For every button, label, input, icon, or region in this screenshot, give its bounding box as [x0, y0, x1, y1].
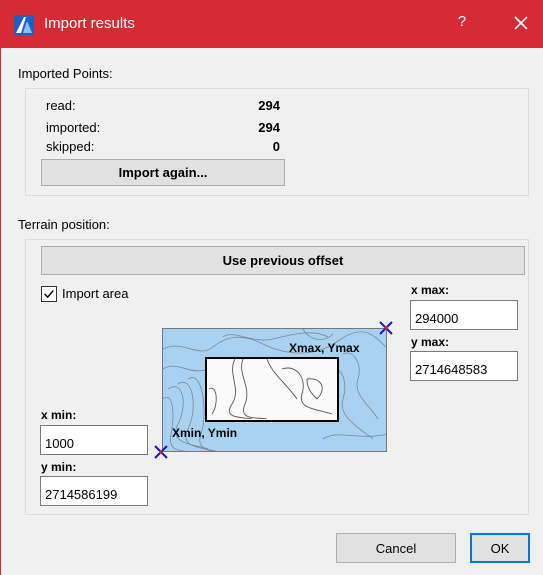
x-max-label: x max: — [411, 283, 450, 297]
stat-imported-label: imported: — [46, 120, 101, 135]
y-min-input[interactable] — [40, 476, 148, 506]
y-max-label: y max: — [411, 335, 450, 349]
use-previous-offset-button[interactable]: Use previous offset — [41, 246, 525, 275]
stat-read-label: read: — [46, 98, 76, 113]
area-contours — [208, 358, 333, 420]
help-button[interactable]: ? — [450, 13, 474, 35]
window-border — [0, 48, 1, 575]
min-corner-marker-icon[interactable] — [153, 444, 169, 460]
app-logo-icon — [14, 15, 34, 35]
import-area-label: Import area — [62, 286, 129, 301]
max-corner-label: Xmax, Ymax — [289, 341, 360, 355]
x-max-input[interactable] — [410, 300, 518, 330]
stat-imported-value: 294 — [258, 120, 280, 135]
y-min-label: y min: — [41, 460, 77, 474]
import-area-rectangle — [205, 357, 339, 422]
ok-button[interactable]: OK — [470, 533, 530, 563]
title-bar: Import results ? — [0, 0, 543, 48]
import-area-checkbox[interactable] — [41, 286, 57, 302]
stat-read-value: 294 — [258, 98, 280, 113]
x-min-label: x min: — [41, 408, 77, 422]
cancel-button[interactable]: Cancel — [336, 533, 456, 563]
imported-points-heading: Imported Points: — [18, 66, 113, 81]
import-again-button[interactable]: Import again... — [41, 159, 285, 186]
window-title: Import results — [44, 15, 135, 32]
close-icon[interactable] — [508, 10, 534, 36]
terrain-map-preview: Xmax, Ymax Xmin, Ymin — [162, 328, 387, 452]
y-max-input[interactable] — [410, 351, 518, 381]
max-corner-marker-icon[interactable] — [378, 320, 394, 336]
checkmark-icon — [44, 290, 54, 299]
stat-skipped-value: 0 — [272, 139, 280, 154]
terrain-position-heading: Terrain position: — [18, 217, 110, 232]
x-min-input[interactable] — [40, 425, 148, 455]
min-corner-label: Xmin, Ymin — [172, 426, 238, 440]
stat-skipped-label: skipped: — [46, 139, 95, 154]
